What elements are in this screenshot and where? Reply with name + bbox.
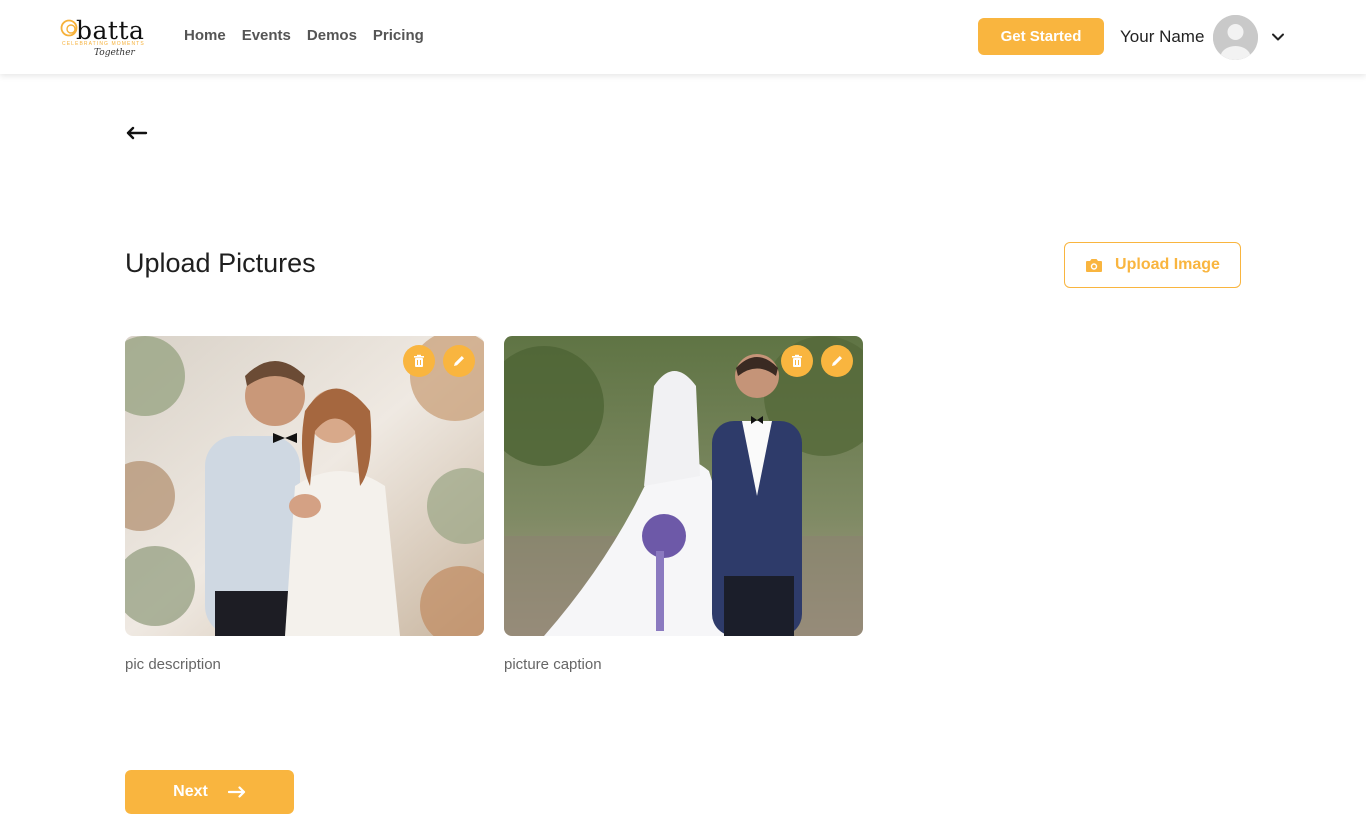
nav-home[interactable]: Home: [184, 26, 226, 46]
pencil-icon: [454, 356, 464, 366]
nav-demos[interactable]: Demos: [307, 26, 357, 46]
delete-button[interactable]: [781, 345, 813, 377]
couple-photo-image: [125, 336, 484, 636]
wedding-photo-2: [504, 336, 863, 636]
camera-icon: [1086, 259, 1103, 272]
trash-icon: [414, 354, 424, 367]
trash-icon: [792, 354, 802, 367]
nav-pricing[interactable]: Pricing: [373, 26, 424, 46]
chevron-down-icon[interactable]: [1270, 29, 1286, 45]
picture-card: picture caption: [504, 336, 863, 674]
nav-events[interactable]: Events: [242, 26, 291, 46]
next-label: Next: [173, 783, 208, 800]
arrow-left-icon[interactable]: [124, 124, 150, 142]
upload-image-label: Upload Image: [1115, 256, 1220, 273]
couple-photo-image: [504, 336, 863, 636]
brand-logo[interactable]: batta CELEBRATING MOMENTS Together: [60, 14, 160, 64]
pencil-icon: [832, 356, 842, 366]
avatar[interactable]: [1213, 15, 1258, 60]
picture-caption: picture caption: [504, 656, 602, 673]
delete-button[interactable]: [403, 345, 435, 377]
user-avatar-icon: [1213, 15, 1258, 60]
logo-tagline: CELEBRATING MOMENTS: [62, 41, 145, 47]
next-button[interactable]: Next: [125, 770, 294, 814]
edit-button[interactable]: [821, 345, 853, 377]
edit-button[interactable]: [443, 345, 475, 377]
wedding-photo-1: [125, 336, 484, 636]
picture-card: pic description: [125, 336, 484, 674]
page-title: Upload Pictures: [125, 248, 316, 278]
main-nav: Home Events Demos Pricing: [184, 26, 440, 46]
user-name[interactable]: Your Name: [1120, 27, 1204, 47]
upload-image-button[interactable]: Upload Image: [1064, 242, 1241, 288]
get-started-button[interactable]: Get Started: [978, 18, 1104, 55]
logo-script: Together: [94, 48, 135, 58]
arrow-right-icon: [227, 786, 245, 798]
picture-caption: pic description: [125, 656, 221, 673]
top-navbar: batta CELEBRATING MOMENTS Together Home …: [0, 0, 1366, 74]
